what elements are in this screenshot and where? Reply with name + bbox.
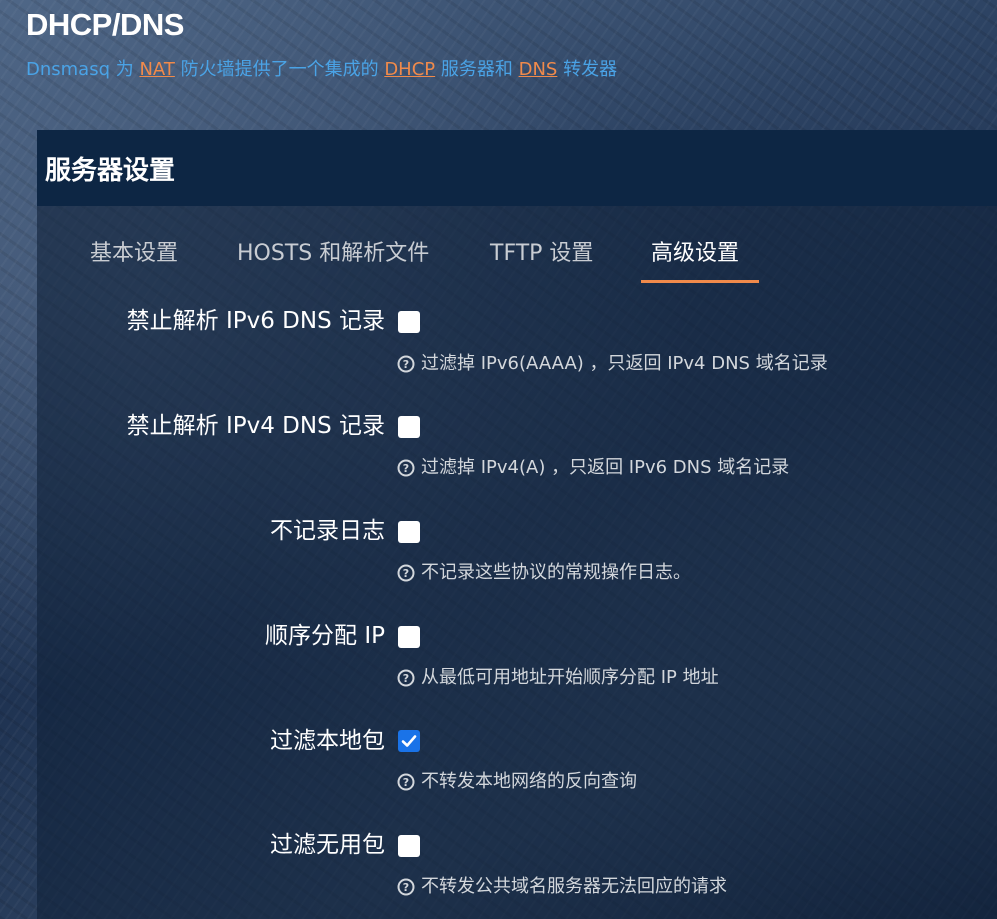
help-text: 过滤掉 IPv4(A) ，只返回 IPv6 DNS 域名记录 xyxy=(421,457,790,478)
svg-text:?: ? xyxy=(403,672,409,685)
help-circle-icon: ? xyxy=(397,669,415,687)
page-description: Dnsmasq 为 NAT 防火墙提供了一个集成的 DHCP 服务器和 DNS … xyxy=(26,58,617,82)
checkbox-quiet-log[interactable] xyxy=(398,521,420,543)
checkbox-sequential-ip[interactable] xyxy=(398,626,420,648)
help-sequential-ip: ? 从最低可用地址开始顺序分配 IP 地址 xyxy=(397,666,719,690)
help-bogus-priv: ? 不转发本地网络的反向查询 xyxy=(397,770,637,794)
tab-basic-settings[interactable]: 基本设置 xyxy=(90,238,178,270)
option-label-quiet-log: 不记录日志 xyxy=(270,518,385,544)
option-label-bogus-priv: 过滤本地包 xyxy=(270,728,385,754)
svg-text:?: ? xyxy=(403,881,409,894)
tab-hosts-resolv[interactable]: HOSTS 和解析文件 xyxy=(237,238,429,270)
help-filter-a: ? 过滤掉 IPv4(A) ，只返回 IPv6 DNS 域名记录 xyxy=(397,456,789,480)
dhcp-link[interactable]: DHCP xyxy=(384,59,435,80)
desc-text: 转发器 xyxy=(557,59,618,80)
page-header: DHCP/DNS Dnsmasq 为 NAT 防火墙提供了一个集成的 DHCP … xyxy=(26,6,617,82)
help-quiet-log: ? 不记录这些协议的常规操作日志。 xyxy=(397,561,691,585)
desc-text: 防火墙提供了一个集成的 xyxy=(174,59,385,80)
tab-bar: 基本设置 HOSTS 和解析文件 TFTP 设置 高级设置 xyxy=(37,238,997,284)
panel-header: 服务器设置 xyxy=(37,130,997,206)
option-label-filter-aaaa: 禁止解析 IPv6 DNS 记录 xyxy=(126,308,385,334)
server-settings-panel: 服务器设置 基本设置 HOSTS 和解析文件 TFTP 设置 高级设置 禁止解析… xyxy=(37,130,997,919)
svg-text:?: ? xyxy=(403,567,409,580)
page-title: DHCP/DNS xyxy=(26,7,184,42)
panel-title: 服务器设置 xyxy=(45,155,176,186)
help-filter-aaaa: ? 过滤掉 IPv6(AAAA) ，只返回 IPv4 DNS 域名记录 xyxy=(397,352,828,376)
tab-tftp-settings[interactable]: TFTP 设置 xyxy=(490,238,593,270)
desc-text: Dnsmasq 为 xyxy=(26,59,140,80)
checkbox-bogus-priv[interactable] xyxy=(398,730,420,752)
help-circle-icon: ? xyxy=(397,355,415,373)
help-circle-icon: ? xyxy=(397,878,415,896)
help-circle-icon: ? xyxy=(397,773,415,791)
svg-text:?: ? xyxy=(403,776,409,789)
help-text: 不转发公共域名服务器无法回应的请求 xyxy=(421,876,727,897)
checkbox-domain-needed[interactable] xyxy=(398,835,420,857)
help-circle-icon: ? xyxy=(397,459,415,477)
option-label-domain-needed: 过滤无用包 xyxy=(270,832,385,858)
desc-text: 服务器和 xyxy=(435,59,519,80)
active-tab-indicator xyxy=(641,280,759,283)
help-text: 从最低可用地址开始顺序分配 IP 地址 xyxy=(421,667,719,688)
tab-advanced-settings[interactable]: 高级设置 xyxy=(651,238,739,270)
svg-text:?: ? xyxy=(403,462,409,475)
svg-text:?: ? xyxy=(403,358,409,371)
help-text: 不转发本地网络的反向查询 xyxy=(421,771,637,792)
help-domain-needed: ? 不转发公共域名服务器无法回应的请求 xyxy=(397,875,727,899)
help-circle-icon: ? xyxy=(397,564,415,582)
help-text: 不记录这些协议的常规操作日志。 xyxy=(421,562,691,583)
dns-link[interactable]: DNS xyxy=(519,59,558,80)
help-text: 过滤掉 IPv6(AAAA) ，只返回 IPv4 DNS 域名记录 xyxy=(421,353,828,374)
option-label-filter-a: 禁止解析 IPv4 DNS 记录 xyxy=(126,413,385,439)
checkmark-icon xyxy=(401,735,417,747)
checkbox-filter-aaaa[interactable] xyxy=(398,311,420,333)
nat-link[interactable]: NAT xyxy=(139,59,174,80)
option-label-sequential-ip: 顺序分配 IP xyxy=(265,623,385,649)
checkbox-filter-a[interactable] xyxy=(398,416,420,438)
